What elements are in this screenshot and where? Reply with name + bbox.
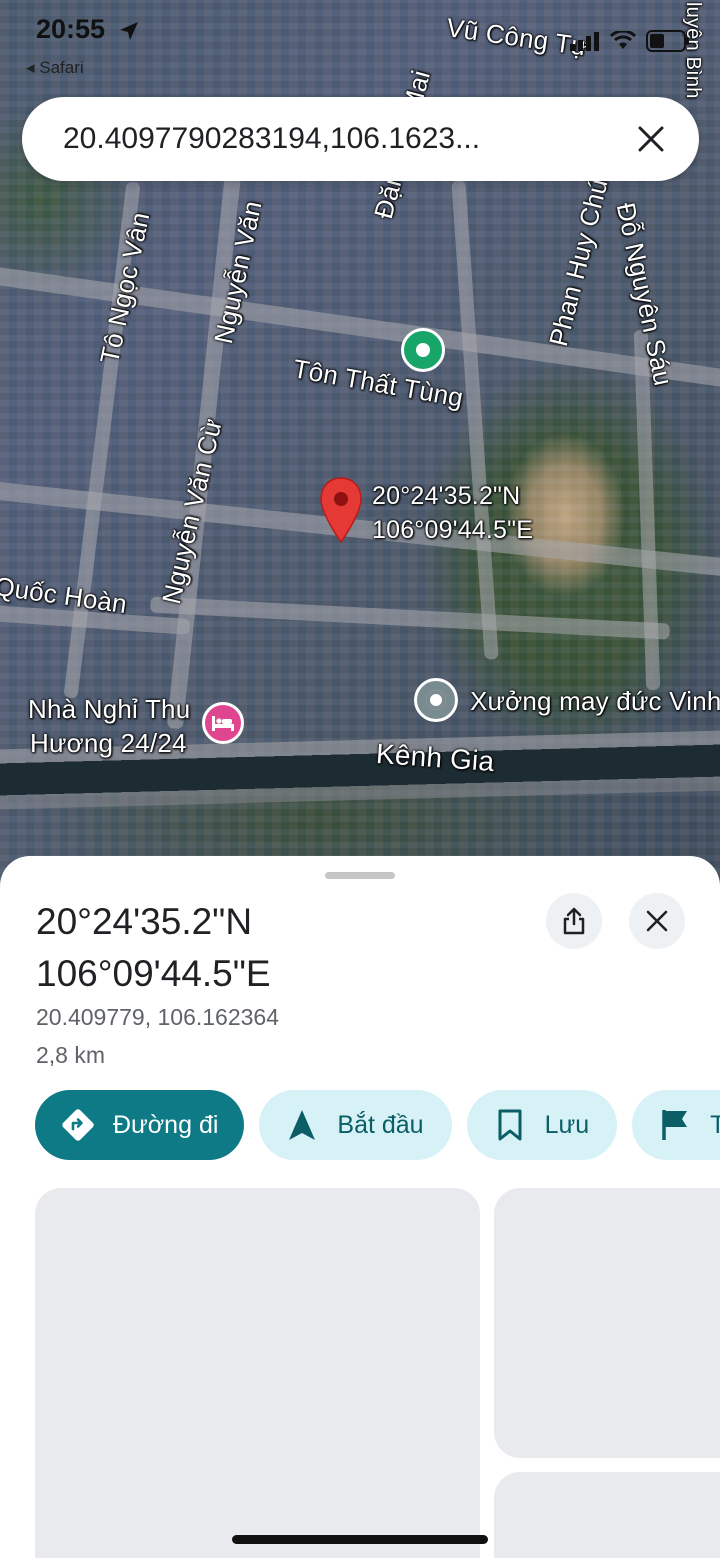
clear-search-button[interactable]	[633, 121, 669, 157]
close-sheet-button[interactable]	[629, 893, 685, 949]
close-icon	[638, 126, 664, 152]
navigation-arrow-icon	[283, 1106, 321, 1144]
distance-text: 2,8 km	[36, 1042, 106, 1068]
poi-label-hotel-line2[interactable]: Hương 24/24	[30, 728, 187, 759]
start-button[interactable]: Bắt đầu	[259, 1090, 452, 1160]
photo-placeholder[interactable]	[494, 1188, 720, 1458]
search-input[interactable]: 20.4097790283194,106.1623...	[63, 122, 633, 156]
close-icon	[646, 910, 668, 932]
start-label: Bắt đầu	[337, 1110, 424, 1139]
drag-handle[interactable]	[325, 872, 395, 879]
factory-poi-pin[interactable]	[414, 678, 458, 722]
save-button[interactable]: Lưu	[466, 1090, 618, 1160]
place-title: 20°24'35.2"N 106°09'44.5"E	[36, 896, 516, 1000]
poi-label-hotel-line1[interactable]: Nhà Nghỉ Thu	[28, 694, 190, 725]
label-button[interactable]: T	[632, 1090, 720, 1160]
photo-placeholder[interactable]	[494, 1472, 720, 1558]
share-icon	[563, 907, 585, 935]
label-button-text: T	[710, 1110, 720, 1139]
decimal-coordinates: 20.409779, 106.162364	[36, 1004, 280, 1030]
dropped-pin-icon[interactable]	[318, 476, 364, 544]
bookmark-icon	[491, 1106, 529, 1144]
photo-placeholder[interactable]	[35, 1188, 480, 1558]
status-bar: 20:55 ◂ Safari	[0, 0, 720, 77]
map-poi-pin[interactable]	[401, 328, 445, 372]
back-app-label: Safari	[39, 58, 84, 77]
home-indicator[interactable]	[232, 1535, 488, 1544]
directions-button[interactable]: Đường đi	[35, 1090, 245, 1160]
status-time: 20:55	[36, 14, 106, 44]
place-title-lat: 20°24'35.2"N	[36, 901, 253, 942]
pin-dot-icon	[416, 343, 430, 357]
hotel-poi-pin[interactable]	[202, 702, 244, 744]
save-label: Lưu	[544, 1110, 590, 1139]
directions-icon	[59, 1106, 97, 1144]
directions-label: Đường đi	[113, 1110, 219, 1139]
pin-label-lng: 106°09'44.5"E	[372, 516, 534, 544]
share-button[interactable]	[546, 893, 602, 949]
action-chips: Đường đi Bắt đầu Lưu T	[35, 1090, 720, 1160]
wifi-icon	[610, 31, 636, 49]
location-arrow-icon	[120, 22, 138, 40]
signal-icon	[570, 32, 599, 51]
bed-icon	[212, 716, 234, 731]
pin-dot-icon	[426, 690, 446, 710]
search-bar[interactable]: 20.4097790283194,106.1623...	[22, 97, 699, 181]
status-icons	[570, 30, 690, 52]
back-to-app-link[interactable]: ◂ Safari	[26, 58, 84, 78]
poi-label-factory[interactable]: Xưởng may đức Vinh	[470, 686, 720, 717]
pin-label-lat: 20°24'35.2"N	[372, 482, 521, 510]
place-title-lng: 106°09'44.5"E	[36, 953, 271, 994]
battery-icon	[646, 30, 689, 52]
flag-icon	[656, 1106, 694, 1144]
